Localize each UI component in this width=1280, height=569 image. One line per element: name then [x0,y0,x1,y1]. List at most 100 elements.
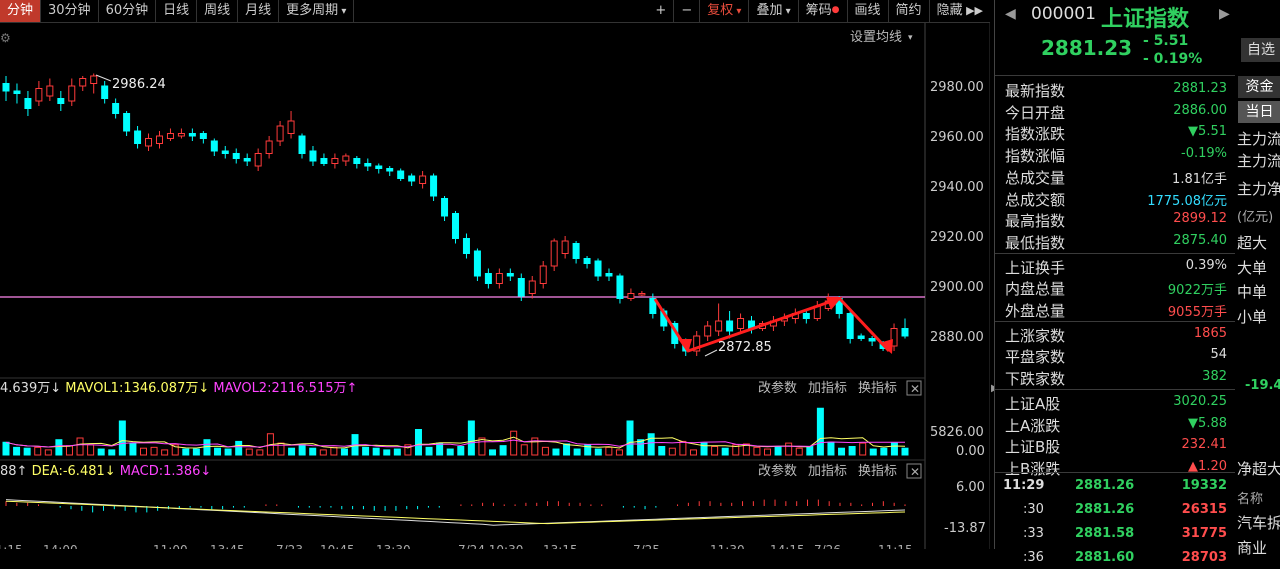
zoom-out-button[interactable]: − [674,0,701,22]
stat-value: 2886.00 [1173,102,1227,118]
volume-bar [446,448,454,456]
candle-up [528,280,536,294]
stat-row: 内盘总量 9022万手 [995,276,1235,298]
candle-down [57,98,65,104]
vol-add-indicator-button[interactable]: 加指标 [808,381,847,396]
candle-down [13,90,21,94]
time-axis-label: 7/24 10:30 [458,543,523,549]
stat-row: 指数涨幅 -0.19% [995,143,1235,165]
settings-icon[interactable]: ⚙ [0,31,11,45]
candle-up [561,240,569,254]
time-axis-label: 14:00 [43,543,78,549]
simple-mode-button[interactable]: 简约 [889,0,930,22]
volume-bar [478,437,486,456]
candle-up [704,325,712,337]
volume-bar [753,446,761,456]
close-icon: ✕ [910,382,920,396]
zoom-in-button[interactable]: + [648,0,675,22]
candle-up [715,320,723,332]
tick-row: :30 2881.26 26315 [995,499,1235,521]
draw-line-button[interactable]: 画线 [848,0,889,22]
period-tab-week[interactable]: 周线 [197,0,239,22]
time-axis-label: 11:15 [878,543,913,549]
candle-down [868,338,876,342]
price-tick-label: 2900.00 [930,280,984,295]
stat-value: 2899.12 [1173,211,1227,227]
stat-row: 指数涨跌 ▼5.51 [995,121,1235,143]
vol-edit-params-button[interactable]: 改参数 [758,380,797,396]
quote-panel: ◀ 000001 上证指数 ▶ 2881.23 - 5.51 - 0.19% 自… [994,0,1280,565]
side-panel-item: 中单 [1237,283,1268,301]
stat-value: -0.19% [1181,146,1227,162]
volume-bar [859,442,867,456]
low-marker-line [704,349,718,357]
dea-line [5,500,906,525]
stat-value: 2881.23 [1173,81,1227,96]
stat-row: 上证A股 3020.25 [995,391,1235,413]
stat-label: 平盘家数 [1005,348,1066,367]
overlay-dropdown[interactable]: 叠加 [749,0,799,22]
adjust-dropdown[interactable]: 复权 [700,0,750,22]
side-panel-item: 汽车拆 [1237,514,1280,532]
time-axis-label: 7/26 [814,543,841,549]
stat-label: 指数涨幅 [1005,147,1066,166]
stat-row: 上涨家数 1865 [995,323,1235,345]
stat-label: 内盘总量 [1005,280,1066,299]
candle-up [550,240,558,267]
macd-edit-params-button[interactable]: 改参数 [758,463,797,479]
volume-bar [150,446,158,456]
tick-time: 11:29 [1003,478,1045,493]
side-panel-item: 小单 [1237,308,1268,326]
price-tick-label: 2980.00 [930,80,984,95]
macd-add-indicator-button[interactable]: 加指标 [808,464,847,479]
watchlist-button[interactable]: 自选 [1241,38,1280,62]
stat-label: 上A涨跌 [1005,416,1061,435]
stat-value: 3020.25 [1173,393,1227,409]
price-change-pct: - 0.19% [1143,51,1203,67]
stat-value: ▼5.88 [1188,415,1227,431]
more-periods-dropdown[interactable]: 更多周期 [279,0,355,22]
vol-switch-indicator-button[interactable]: 换指标 [858,381,897,396]
volume-bar [890,442,898,456]
candle-up [35,88,43,102]
candle-down [616,275,624,299]
candle-up [342,155,350,162]
stat-row: 下跌家数 382 [995,366,1235,388]
macd-tick-top: 6.00 [956,480,985,495]
ma-settings-dropdown[interactable]: 设置均线 [850,30,902,45]
candle-up [627,293,635,299]
candle-up [265,140,273,154]
candle-up [90,75,98,84]
hide-button[interactable]: 隐藏 ▶▶ [930,0,990,22]
stat-label: 总成交量 [1005,168,1066,187]
volume-bar [721,447,729,456]
period-tab-day[interactable]: 日线 [156,0,198,22]
next-stock-icon[interactable]: ▶ [1219,6,1230,22]
volume-bar [139,447,147,456]
candle-down [221,150,229,154]
candle-up [68,85,76,102]
side-panel-item: 名称 [1237,492,1264,507]
tick-volume: 19332 [1181,478,1227,493]
prev-stock-icon[interactable]: ◀ [1005,6,1016,22]
candle-up [638,293,646,296]
candlestick-chart[interactable]: ⚙ 设置均线 ▾ 2980.00 2960.00 2940.00 2920.00 290… [0,23,990,549]
volume-bar [552,448,560,456]
candle-down [112,103,120,114]
time-axis-label: 13:15 [543,543,578,549]
candle-down [101,85,109,99]
stat-row: 总成交额 1775.08亿元 [995,187,1235,209]
side-tab-funds[interactable]: 资金 [1238,76,1280,98]
chips-button[interactable]: 筹码● [799,0,848,22]
stat-value: 1865 [1193,325,1227,341]
period-tab-month[interactable]: 月线 [238,0,280,22]
period-tab-60min[interactable]: 60分钟 [99,0,157,22]
stat-value: 2875.40 [1173,232,1227,248]
side-tab-today[interactable]: 当日 [1238,101,1280,123]
macd-switch-indicator-button[interactable]: 换指标 [858,464,897,479]
period-tab-30min[interactable]: 30分钟 [41,0,99,22]
candle-down [441,198,449,217]
macd-tick-bottom: -13.87 [944,521,986,536]
period-tab-minute[interactable]: 分钟 [0,0,42,22]
time-axis-label: 13:30 [376,543,411,549]
